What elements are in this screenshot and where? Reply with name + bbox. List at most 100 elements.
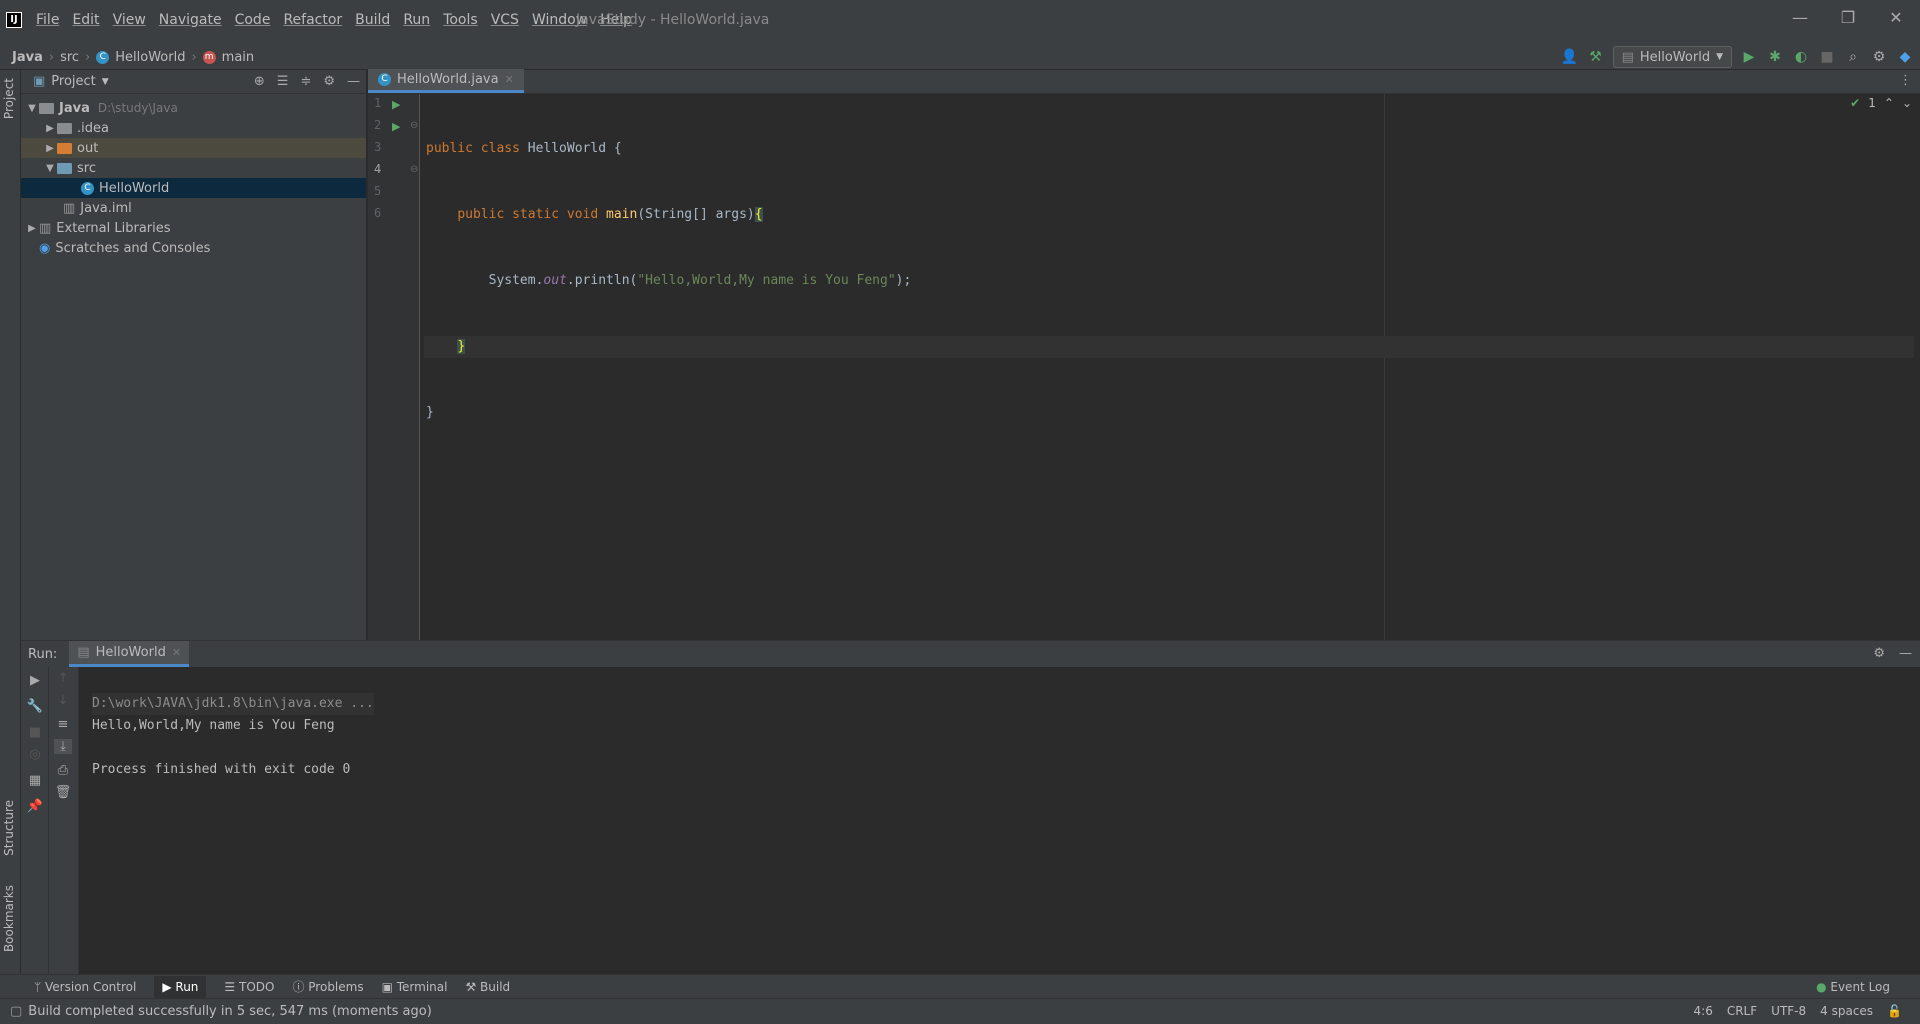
hide-icon[interactable]: — (347, 74, 360, 89)
tab-terminal[interactable]: ▣ Terminal (382, 980, 448, 994)
stop-icon[interactable]: ■ (1818, 49, 1836, 65)
tree-item-java-iml[interactable]: ▥ Java.iml (21, 198, 366, 218)
breadcrumb-class[interactable]: HelloWorld (115, 50, 185, 65)
minimize-button[interactable]: — (1776, 8, 1824, 27)
menu-view[interactable]: View (113, 12, 146, 28)
tree-item-scratches[interactable]: ◉ Scratches and Consoles (21, 238, 366, 258)
scroll-to-end-icon[interactable]: ⤓ (54, 739, 72, 754)
close-icon[interactable]: ✕ (172, 646, 181, 659)
file-encoding[interactable]: UTF-8 (1771, 1004, 1806, 1018)
close-icon[interactable]: ✕ (505, 73, 514, 86)
tab-run[interactable]: ▶ Run (154, 975, 207, 998)
intellij-logo-icon: IJ (6, 12, 22, 28)
chevron-right-icon[interactable]: ▶ (43, 123, 57, 134)
layout-icon[interactable]: ▦ (26, 773, 44, 788)
tree-item-java[interactable]: ▼ Java D:\study\Java (21, 98, 366, 118)
line-separator[interactable]: CRLF (1727, 1004, 1757, 1018)
gear-icon[interactable]: ⚙ (323, 74, 335, 89)
menu-code[interactable]: Code (235, 12, 271, 28)
run-configuration-select[interactable]: ▤ HelloWorld ▼ (1612, 46, 1732, 68)
tab-structure[interactable]: Structure (2, 800, 16, 856)
tab-version-control[interactable]: ᛘ Version Control (34, 980, 136, 994)
chevron-down-icon[interactable]: ▼ (43, 163, 57, 174)
user-icon[interactable]: 👤 (1561, 49, 1579, 65)
tree-item-src[interactable]: ▼ src (21, 158, 366, 178)
print-icon[interactable]: ⎙ (54, 763, 72, 778)
arrow-down-icon[interactable]: ↓ (54, 693, 72, 708)
pin-icon[interactable]: 📌 (26, 799, 44, 814)
status-toggle-icon[interactable]: ▢ (10, 1004, 22, 1019)
tab-project[interactable]: Project (2, 78, 16, 119)
expand-all-icon[interactable]: ☰ (277, 74, 289, 89)
console-command[interactable]: D:\work\JAVA\jdk1.8\bin\java.exe ... (92, 693, 374, 715)
tab-todo[interactable]: ☰ TODO (224, 980, 274, 994)
rerun-icon[interactable]: ▶ (26, 673, 44, 688)
tree-item-label: .idea (77, 120, 109, 136)
camera-icon[interactable]: ◎ (26, 747, 44, 762)
inspection-widget[interactable]: ✔ 1 ⌃ ⌄ (1850, 96, 1912, 110)
soft-wrap-icon[interactable]: ≡ (54, 717, 72, 732)
debug-icon[interactable]: ✱ (1766, 49, 1784, 65)
breadcrumb-project[interactable]: Java (12, 50, 43, 65)
project-panel-header: ▣ Project ▼ ⊕ ☰ ≑ ⚙ — (21, 70, 366, 94)
event-log-button[interactable]: ● Event Log (1816, 980, 1890, 994)
menu-tools[interactable]: Tools (443, 12, 478, 28)
chevron-right-icon[interactable]: ▶ (43, 143, 57, 154)
chevron-down-icon[interactable]: ▼ (25, 103, 39, 114)
run-gutter-icon[interactable]: ▶ (392, 120, 400, 133)
status-message[interactable]: Build completed successfully in 5 sec, 5… (28, 1004, 432, 1019)
indent-setting[interactable]: 4 spaces (1820, 1004, 1873, 1018)
breadcrumb-method[interactable]: main (222, 50, 254, 65)
gear-icon[interactable]: ⚙ (1870, 49, 1888, 65)
menu-edit[interactable]: Edit (72, 12, 99, 28)
chevron-up-icon[interactable]: ⌃ (1884, 96, 1894, 110)
tab-build[interactable]: ⚒ Build (465, 980, 510, 994)
breadcrumb-src[interactable]: src (60, 50, 79, 65)
menu-file[interactable]: File (36, 12, 59, 28)
code-area[interactable]: public class HelloWorld { public static … (424, 94, 1914, 534)
title-bar: IJ File Edit View Navigate Code Refactor… (0, 0, 1920, 44)
tab-problems[interactable]: ⓘ Problems (292, 978, 363, 995)
menu-vcs[interactable]: VCS (491, 12, 519, 28)
lock-icon[interactable]: 🔓 (1887, 1004, 1902, 1018)
run-tab-helloworld[interactable]: ▤ HelloWorld ✕ (69, 641, 190, 667)
search-icon[interactable]: ⌕ (1844, 49, 1862, 65)
tree-item-helloworld[interactable]: C HelloWorld (21, 178, 366, 198)
method-icon: m (202, 50, 216, 64)
stop-icon[interactable]: ■ (26, 725, 44, 740)
tree-item-out[interactable]: ▶ out (21, 138, 366, 158)
menu-refactor[interactable]: Refactor (283, 12, 342, 28)
trash-icon[interactable]: 🗑 (54, 785, 72, 800)
collapse-all-icon[interactable]: ≑ (300, 74, 311, 89)
wrench-icon[interactable]: 🔧 (26, 699, 44, 714)
run-icon[interactable]: ▶ (1740, 49, 1758, 65)
hammer-icon[interactable]: ⚒ (1587, 49, 1605, 65)
close-button[interactable]: ✕ (1872, 8, 1920, 27)
chevron-down-icon[interactable]: ⌄ (1902, 96, 1912, 110)
project-panel-title[interactable]: Project (51, 74, 95, 89)
coverage-icon[interactable]: ◐ (1792, 49, 1810, 65)
tree-item-external-libraries[interactable]: ▶ ▥ External Libraries (21, 218, 366, 238)
console-output[interactable]: D:\work\JAVA\jdk1.8\bin\java.exe ... Hell… (92, 671, 374, 825)
chevron-right-icon[interactable]: ▶ (25, 223, 39, 234)
fold-icon[interactable]: ⊖ (410, 120, 418, 131)
restore-button[interactable]: ❐ (1824, 8, 1872, 27)
tree-item-idea[interactable]: ▶ .idea (21, 118, 366, 138)
more-icon[interactable]: ⋮ (1899, 73, 1912, 88)
hide-icon[interactable]: — (1899, 646, 1912, 661)
locate-icon[interactable]: ⊕ (254, 74, 265, 89)
source-folder-icon (57, 162, 72, 174)
menu-navigate[interactable]: Navigate (159, 12, 222, 28)
menu-run[interactable]: Run (403, 12, 430, 28)
tab-helloworld-java[interactable]: C HelloWorld.java ✕ (368, 69, 524, 93)
arrow-up-icon[interactable]: ↑ (54, 671, 72, 686)
run-gutter-icon[interactable]: ▶ (392, 98, 400, 111)
gear-icon[interactable]: ⚙ (1873, 646, 1885, 661)
chevron-down-icon[interactable]: ▼ (102, 77, 109, 87)
fold-icon[interactable]: ⊖ (410, 164, 418, 175)
jetbrains-icon[interactable]: ◆ (1896, 49, 1914, 65)
tab-bookmarks[interactable]: Bookmarks (2, 885, 16, 952)
caret-position[interactable]: 4:6 (1694, 1004, 1713, 1018)
menu-build[interactable]: Build (355, 12, 390, 28)
list-icon: ☰ (224, 979, 239, 994)
